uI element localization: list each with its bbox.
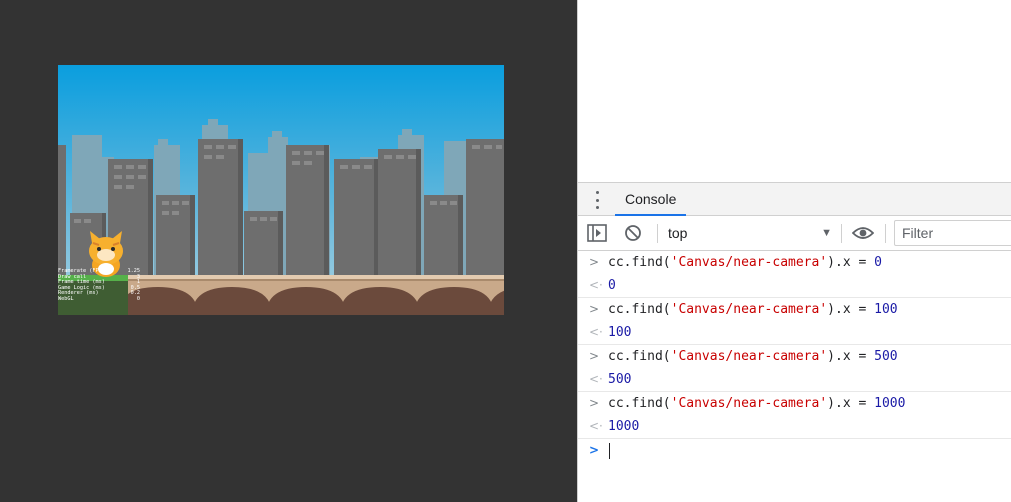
game-canvas[interactable]: Framerate (FPS) 1.25 Draw call 3 Frame tim…: [58, 65, 504, 315]
console-result-line: <· 100: [578, 321, 1011, 344]
profiler-stats: Framerate (FPS) 1.25 Draw call 3 Frame tim…: [58, 268, 140, 303]
tab-console[interactable]: Console: [615, 183, 687, 216]
triangle-down-icon: ▼: [821, 227, 832, 239]
toolbar-separator: [885, 224, 886, 243]
clear-console-icon[interactable]: [624, 224, 642, 247]
game-preview-area: Framerate (FPS) 1.25 Draw call 3 Frame tim…: [0, 0, 577, 502]
text-caret: [609, 442, 610, 459]
eye-icon[interactable]: [851, 225, 875, 246]
console-entry: > cc.find('Canvas/near-camera').x = 500 <…: [578, 345, 1011, 392]
chevron-right-icon: >: [589, 302, 600, 316]
console-result-line: <· 1000: [578, 415, 1011, 438]
console-result-line: <· 0: [578, 274, 1011, 297]
console-log: > cc.find('Canvas/near-camera').x = 0 <· 0…: [578, 251, 1011, 462]
devtools-panel: Console top ▼ Filter > cc.find('Canvas/n…: [577, 0, 1011, 502]
filter-input[interactable]: Filter: [894, 220, 1011, 246]
console-toolbar: top ▼ Filter: [578, 216, 1011, 251]
chevron-right-icon: >: [589, 396, 600, 410]
console-input-line[interactable]: > cc.find('Canvas/near-camera').x = 0: [578, 251, 1011, 274]
console-result-line: <· 500: [578, 368, 1011, 391]
kebab-menu-icon[interactable]: [594, 191, 600, 209]
return-arrow-icon: <·: [589, 372, 603, 386]
console-input-line[interactable]: > cc.find('Canvas/near-camera').x = 100: [578, 298, 1011, 321]
return-arrow-icon: <·: [589, 325, 603, 339]
chevron-right-icon: >: [589, 349, 600, 363]
chevron-right-icon: >: [589, 255, 600, 269]
return-arrow-icon: <·: [589, 419, 603, 433]
prompt-chevron-icon: >: [589, 443, 600, 457]
console-input-line[interactable]: > cc.find('Canvas/near-camera').x = 500: [578, 345, 1011, 368]
devtools-tabbar: Console: [578, 182, 1011, 216]
console-entry: > cc.find('Canvas/near-camera').x = 1000 …: [578, 392, 1011, 439]
console-entry: > cc.find('Canvas/near-camera').x = 100 <…: [578, 298, 1011, 345]
toolbar-separator: [657, 224, 658, 243]
sidebar-toggle-icon[interactable]: [587, 224, 607, 247]
stat-row: WebGL 0: [58, 295, 140, 302]
return-arrow-icon: <·: [589, 278, 603, 292]
context-label: top: [668, 225, 688, 241]
toolbar-separator: [841, 224, 842, 243]
context-selector[interactable]: top ▼: [668, 222, 832, 244]
console-input-line[interactable]: > cc.find('Canvas/near-camera').x = 1000: [578, 392, 1011, 415]
console-prompt[interactable]: >: [578, 439, 1011, 462]
console-entry: > cc.find('Canvas/near-camera').x = 0 <· 0: [578, 251, 1011, 298]
